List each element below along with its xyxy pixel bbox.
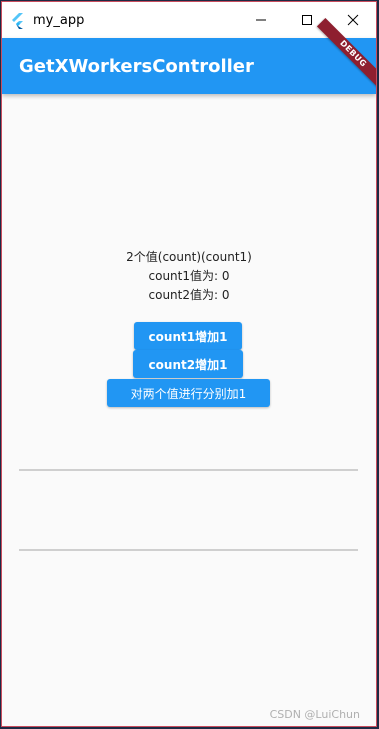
count2-increment-button[interactable]: count2增加1 <box>133 350 243 378</box>
close-icon <box>347 14 359 26</box>
divider-top <box>19 469 358 471</box>
count2-value-text: count2值为: 0 <box>148 288 230 302</box>
flutter-logo-icon <box>12 13 23 29</box>
minimize-button[interactable] <box>238 2 284 38</box>
increment-both-button[interactable]: 对两个值进行分别加1 <box>107 379 270 407</box>
minimize-icon <box>256 19 266 21</box>
app-window: my_app GetXWorkersController DEBUG 2个值(c… <box>1 1 377 727</box>
divider-bottom <box>19 549 358 551</box>
page-title: GetXWorkersController <box>19 56 254 77</box>
maximize-icon <box>302 15 312 25</box>
window-titlebar[interactable]: my_app <box>2 2 376 38</box>
count1-increment-button[interactable]: count1增加1 <box>134 322 242 350</box>
window-title: my_app <box>33 13 85 28</box>
watermark: CSDN @LuiChun <box>269 708 360 721</box>
app-bar: GetXWorkersController DEBUG <box>2 17 376 94</box>
count1-value-text: count1值为: 0 <box>148 269 230 283</box>
description-text: 2个值(count)(count1) <box>126 250 252 264</box>
